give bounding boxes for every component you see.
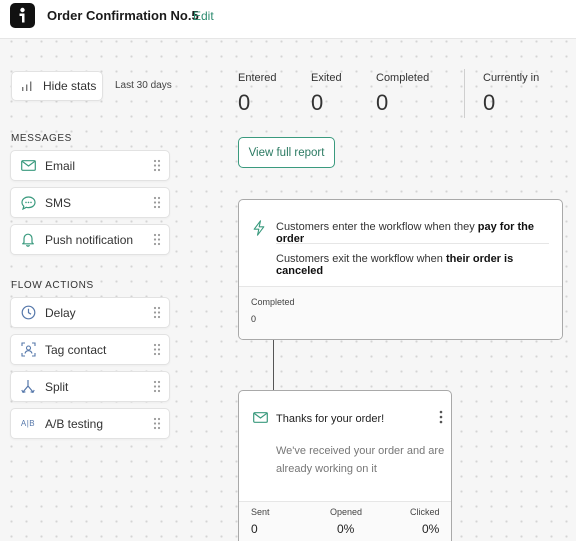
- stat-label: Entered: [238, 72, 277, 84]
- bar-chart-icon: [22, 81, 32, 91]
- stat-label: Completed: [376, 72, 430, 84]
- page-title: Order Confirmation No.5: [47, 8, 199, 23]
- stat-value: 0: [311, 90, 324, 115]
- stat-value: 0: [376, 90, 389, 115]
- stat-exited: Exited 0: [311, 72, 342, 116]
- trigger-footer: [239, 286, 562, 339]
- metric-sent-value: 0: [251, 522, 258, 536]
- sidebar-item-label: A/B testing: [45, 416, 104, 431]
- divider: [276, 243, 549, 244]
- hide-stats-button[interactable]: Hide stats: [11, 71, 103, 101]
- stat-value: 0: [483, 90, 496, 115]
- hide-stats-label: Hide stats: [43, 79, 97, 93]
- metric-clicked-label: Clicked: [410, 507, 440, 517]
- stat-label: Currently in: [483, 72, 540, 84]
- flow-connector: [273, 340, 274, 391]
- email-node-title: Thanks for your order!: [276, 413, 385, 425]
- email-node[interactable]: Thanks for your order! We've received yo…: [238, 390, 452, 541]
- chat-bubble-icon: [19, 194, 37, 212]
- sidebar-item-label: Split: [45, 379, 69, 394]
- metric-sent-label: Sent: [251, 507, 270, 517]
- sidebar-item-tag-contact[interactable]: Tag contact: [10, 334, 170, 365]
- stat-entered: Entered 0: [238, 72, 277, 116]
- drag-handle-icon[interactable]: [153, 196, 161, 209]
- email-node-body: We've received your order and are alread…: [276, 445, 445, 475]
- date-range-label: Last 30 days: [115, 80, 172, 91]
- metric-opened-label: Opened: [330, 507, 363, 517]
- ab-testing-icon: A|B: [20, 419, 36, 428]
- sidebar-item-label: SMS: [45, 195, 72, 210]
- sidebar-item-label: Tag contact: [45, 342, 107, 357]
- envelope-icon: [19, 157, 37, 175]
- sidebar-item-email[interactable]: Email: [10, 150, 170, 181]
- drag-handle-icon[interactable]: [153, 159, 161, 172]
- completed-label: Completed: [251, 297, 295, 307]
- split-icon: [19, 378, 37, 396]
- stat-value: 0: [238, 90, 251, 115]
- sidebar-item-ab-testing[interactable]: A|B A/B testing: [10, 408, 170, 439]
- drag-handle-icon[interactable]: [153, 306, 161, 319]
- sidebar-item-sms[interactable]: SMS: [10, 187, 170, 218]
- drag-handle-icon[interactable]: [153, 417, 161, 430]
- completed-value: 0: [251, 314, 257, 324]
- app-logo-icon[interactable]: [10, 3, 35, 28]
- edit-link[interactable]: Edit: [193, 9, 214, 23]
- messages-heading: MESSAGES: [11, 133, 72, 144]
- sidebar-item-push-notification[interactable]: Push notification: [10, 224, 170, 255]
- flow-actions-heading: FLOW ACTIONS: [11, 280, 94, 291]
- drag-handle-icon[interactable]: [153, 380, 161, 393]
- envelope-icon: [253, 412, 268, 423]
- tag-contact-icon: [19, 341, 37, 359]
- metric-opened-value: 0%: [337, 522, 355, 536]
- stat-label: Exited: [311, 72, 342, 84]
- sidebar-item-delay[interactable]: Delay: [10, 297, 170, 328]
- clock-icon: [19, 304, 37, 322]
- bell-icon: [19, 231, 37, 249]
- sidebar-item-split[interactable]: Split: [10, 371, 170, 402]
- stat-completed: Completed 0: [376, 72, 429, 116]
- lightning-icon: [253, 220, 265, 236]
- view-full-report-button[interactable]: View full report: [238, 137, 335, 168]
- drag-handle-icon[interactable]: [153, 343, 161, 356]
- sidebar-item-label: Push notification: [45, 232, 134, 247]
- stat-currently-in: Currently in 0: [483, 72, 539, 116]
- trigger-exit-condition: Customers exit the workflow when their o…: [276, 253, 514, 277]
- top-bar: Order Confirmation No.5 Edit: [0, 0, 576, 39]
- trigger-enter-condition: Customers enter the workflow when they p…: [276, 221, 534, 245]
- sidebar-item-label: Delay: [45, 305, 76, 320]
- stats-divider: [464, 69, 465, 118]
- more-options-icon[interactable]: [439, 410, 443, 424]
- sidebar-item-label: Email: [45, 158, 76, 173]
- metric-clicked-value: 0%: [422, 522, 440, 536]
- drag-handle-icon[interactable]: [153, 233, 161, 246]
- trigger-node[interactable]: Customers enter the workflow when they p…: [238, 199, 563, 340]
